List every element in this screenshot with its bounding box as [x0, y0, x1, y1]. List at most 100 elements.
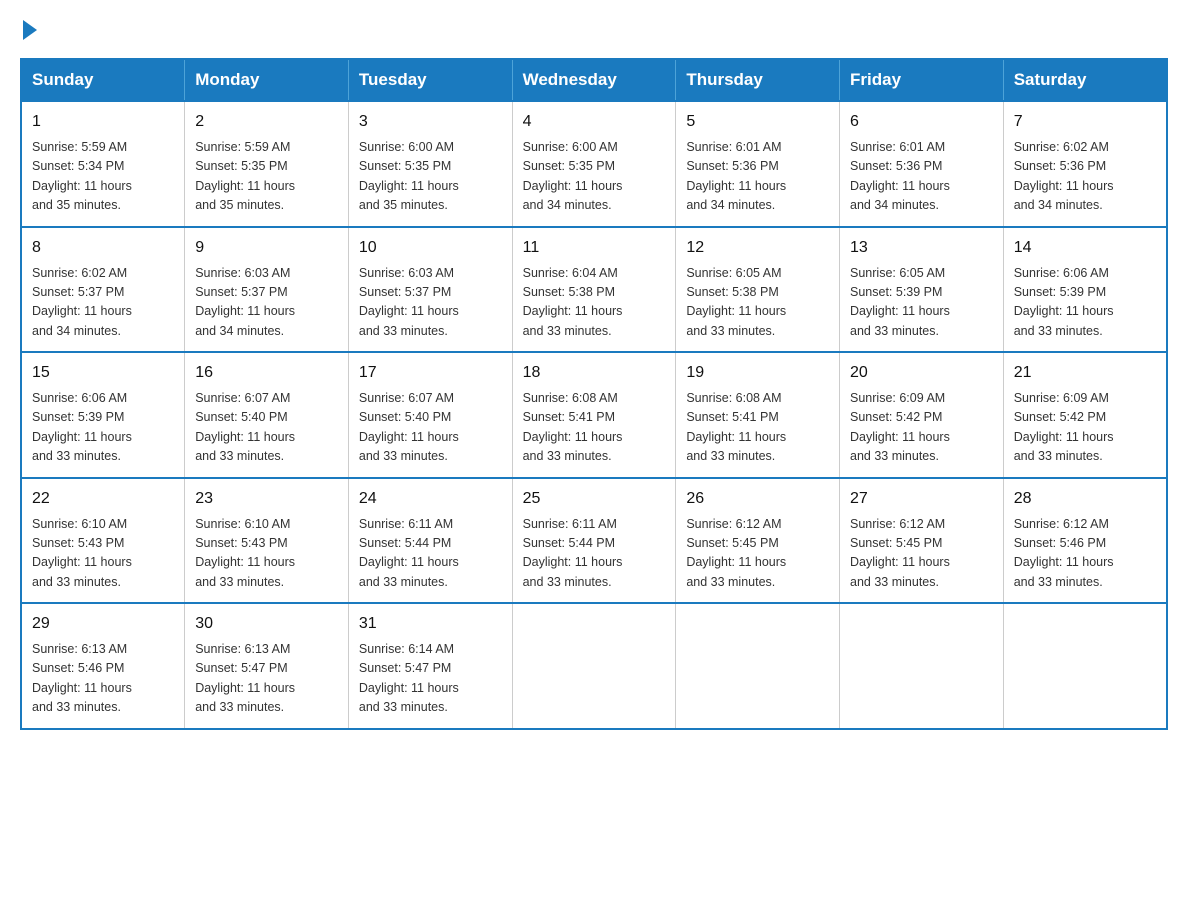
calendar-cell: 1 Sunrise: 5:59 AMSunset: 5:34 PMDaylight… [21, 101, 185, 227]
day-number: 5 [686, 110, 829, 134]
calendar-cell [840, 603, 1004, 729]
calendar-cell: 11 Sunrise: 6:04 AMSunset: 5:38 PMDayligh… [512, 227, 676, 353]
day-info: Sunrise: 6:01 AMSunset: 5:36 PMDaylight:… [850, 138, 993, 216]
calendar-cell: 3Sunrise: 6:00 AMSunset: 5:35 PMDaylight… [348, 101, 512, 227]
logo-triangle-icon [23, 20, 37, 40]
day-number: 27 [850, 487, 993, 511]
day-info: Sunrise: 6:12 AMSunset: 5:45 PMDaylight:… [686, 515, 829, 593]
day-number: 17 [359, 361, 502, 385]
day-info: Sunrise: 6:07 AMSunset: 5:40 PMDaylight:… [195, 389, 338, 467]
day-info: Sunrise: 6:11 AMSunset: 5:44 PMDaylight:… [359, 515, 502, 593]
day-info: Sunrise: 6:07 AMSunset: 5:40 PMDaylight:… [359, 389, 502, 467]
calendar-week-row: 15 Sunrise: 6:06 AMSunset: 5:39 PMDayligh… [21, 352, 1167, 478]
calendar-cell [512, 603, 676, 729]
day-info: Sunrise: 6:12 AMSunset: 5:45 PMDaylight:… [850, 515, 993, 593]
calendar-cell: 14Sunrise: 6:06 AMSunset: 5:39 PMDayligh… [1003, 227, 1167, 353]
day-header-monday: Monday [185, 59, 349, 101]
day-number: 23 [195, 487, 338, 511]
day-header-friday: Friday [840, 59, 1004, 101]
calendar-cell: 10Sunrise: 6:03 AMSunset: 5:37 PMDayligh… [348, 227, 512, 353]
day-number: 15 [32, 361, 174, 385]
day-info: Sunrise: 6:05 AMSunset: 5:39 PMDaylight:… [850, 264, 993, 342]
calendar-cell: 12Sunrise: 6:05 AMSunset: 5:38 PMDayligh… [676, 227, 840, 353]
calendar-cell: 20 Sunrise: 6:09 AMSunset: 5:42 PMDayligh… [840, 352, 1004, 478]
calendar-cell: 13 Sunrise: 6:05 AMSunset: 5:39 PMDayligh… [840, 227, 1004, 353]
calendar-cell: 4 Sunrise: 6:00 AMSunset: 5:35 PMDaylight… [512, 101, 676, 227]
day-info: Sunrise: 6:13 AMSunset: 5:47 PMDaylight:… [195, 640, 338, 718]
calendar-cell: 25 Sunrise: 6:11 AMSunset: 5:44 PMDayligh… [512, 478, 676, 604]
day-info: Sunrise: 6:14 AMSunset: 5:47 PMDaylight:… [359, 640, 502, 718]
day-info: Sunrise: 5:59 AMSunset: 5:34 PMDaylight:… [32, 138, 174, 216]
calendar-cell: 31 Sunrise: 6:14 AMSunset: 5:47 PMDayligh… [348, 603, 512, 729]
calendar-cell: 15 Sunrise: 6:06 AMSunset: 5:39 PMDayligh… [21, 352, 185, 478]
calendar-cell: 28 Sunrise: 6:12 AMSunset: 5:46 PMDayligh… [1003, 478, 1167, 604]
day-number: 2 [195, 110, 338, 134]
day-info: Sunrise: 6:09 AMSunset: 5:42 PMDaylight:… [850, 389, 993, 467]
day-info: Sunrise: 6:00 AMSunset: 5:35 PMDaylight:… [359, 138, 502, 216]
day-number: 10 [359, 236, 502, 260]
day-info: Sunrise: 6:01 AMSunset: 5:36 PMDaylight:… [686, 138, 829, 216]
calendar-cell [676, 603, 840, 729]
day-number: 24 [359, 487, 502, 511]
day-info: Sunrise: 6:04 AMSunset: 5:38 PMDaylight:… [523, 264, 666, 342]
day-info: Sunrise: 6:12 AMSunset: 5:46 PMDaylight:… [1014, 515, 1156, 593]
day-info: Sunrise: 6:08 AMSunset: 5:41 PMDaylight:… [523, 389, 666, 467]
day-number: 26 [686, 487, 829, 511]
calendar-week-row: 8Sunrise: 6:02 AMSunset: 5:37 PMDaylight… [21, 227, 1167, 353]
calendar-header-row: SundayMondayTuesdayWednesdayThursdayFrid… [21, 59, 1167, 101]
day-info: Sunrise: 6:06 AMSunset: 5:39 PMDaylight:… [32, 389, 174, 467]
day-info: Sunrise: 6:13 AMSunset: 5:46 PMDaylight:… [32, 640, 174, 718]
calendar-cell: 19 Sunrise: 6:08 AMSunset: 5:41 PMDayligh… [676, 352, 840, 478]
calendar-cell: 2 Sunrise: 5:59 AMSunset: 5:35 PMDaylight… [185, 101, 349, 227]
day-header-saturday: Saturday [1003, 59, 1167, 101]
day-number: 22 [32, 487, 174, 511]
calendar-cell: 21 Sunrise: 6:09 AMSunset: 5:42 PMDayligh… [1003, 352, 1167, 478]
calendar-cell: 16 Sunrise: 6:07 AMSunset: 5:40 PMDayligh… [185, 352, 349, 478]
day-number: 11 [523, 236, 666, 260]
day-number: 20 [850, 361, 993, 385]
calendar-cell: 26 Sunrise: 6:12 AMSunset: 5:45 PMDayligh… [676, 478, 840, 604]
calendar-cell: 27 Sunrise: 6:12 AMSunset: 5:45 PMDayligh… [840, 478, 1004, 604]
day-info: Sunrise: 6:03 AMSunset: 5:37 PMDaylight:… [195, 264, 338, 342]
day-number: 21 [1014, 361, 1156, 385]
page-header [20, 20, 1168, 40]
calendar-cell: 22 Sunrise: 6:10 AMSunset: 5:43 PMDayligh… [21, 478, 185, 604]
calendar-table: SundayMondayTuesdayWednesdayThursdayFrid… [20, 58, 1168, 730]
day-number: 29 [32, 612, 174, 636]
day-header-wednesday: Wednesday [512, 59, 676, 101]
day-number: 1 [32, 110, 174, 134]
calendar-cell: 23 Sunrise: 6:10 AMSunset: 5:43 PMDayligh… [185, 478, 349, 604]
day-info: Sunrise: 6:08 AMSunset: 5:41 PMDaylight:… [686, 389, 829, 467]
day-info: Sunrise: 6:02 AMSunset: 5:37 PMDaylight:… [32, 264, 174, 342]
calendar-week-row: 29 Sunrise: 6:13 AMSunset: 5:46 PMDayligh… [21, 603, 1167, 729]
day-number: 7 [1014, 110, 1156, 134]
day-info: Sunrise: 6:00 AMSunset: 5:35 PMDaylight:… [523, 138, 666, 216]
day-header-thursday: Thursday [676, 59, 840, 101]
day-number: 28 [1014, 487, 1156, 511]
calendar-cell: 17 Sunrise: 6:07 AMSunset: 5:40 PMDayligh… [348, 352, 512, 478]
day-number: 25 [523, 487, 666, 511]
day-info: Sunrise: 6:11 AMSunset: 5:44 PMDaylight:… [523, 515, 666, 593]
day-info: Sunrise: 6:10 AMSunset: 5:43 PMDaylight:… [32, 515, 174, 593]
day-number: 9 [195, 236, 338, 260]
calendar-cell: 29 Sunrise: 6:13 AMSunset: 5:46 PMDayligh… [21, 603, 185, 729]
calendar-cell: 30Sunrise: 6:13 AMSunset: 5:47 PMDayligh… [185, 603, 349, 729]
day-number: 19 [686, 361, 829, 385]
day-info: Sunrise: 6:09 AMSunset: 5:42 PMDaylight:… [1014, 389, 1156, 467]
day-number: 13 [850, 236, 993, 260]
calendar-cell: 7 Sunrise: 6:02 AMSunset: 5:36 PMDaylight… [1003, 101, 1167, 227]
day-number: 18 [523, 361, 666, 385]
logo [20, 20, 39, 40]
calendar-cell: 5 Sunrise: 6:01 AMSunset: 5:36 PMDaylight… [676, 101, 840, 227]
calendar-week-row: 22 Sunrise: 6:10 AMSunset: 5:43 PMDayligh… [21, 478, 1167, 604]
day-header-tuesday: Tuesday [348, 59, 512, 101]
day-header-sunday: Sunday [21, 59, 185, 101]
day-info: Sunrise: 6:10 AMSunset: 5:43 PMDaylight:… [195, 515, 338, 593]
day-number: 16 [195, 361, 338, 385]
day-number: 4 [523, 110, 666, 134]
day-info: Sunrise: 5:59 AMSunset: 5:35 PMDaylight:… [195, 138, 338, 216]
day-info: Sunrise: 6:02 AMSunset: 5:36 PMDaylight:… [1014, 138, 1156, 216]
day-number: 31 [359, 612, 502, 636]
calendar-cell: 18 Sunrise: 6:08 AMSunset: 5:41 PMDayligh… [512, 352, 676, 478]
calendar-week-row: 1 Sunrise: 5:59 AMSunset: 5:34 PMDaylight… [21, 101, 1167, 227]
